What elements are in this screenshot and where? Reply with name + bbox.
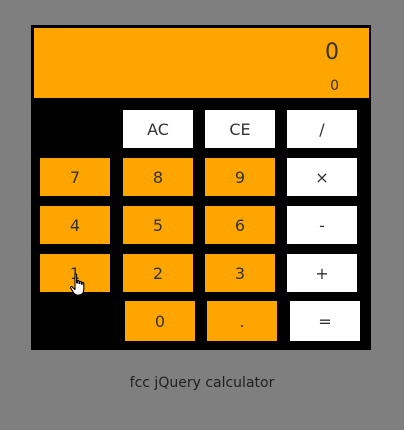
digit-8-button[interactable]: 8 <box>123 158 193 196</box>
digit-1-button[interactable]: 1 <box>40 254 110 292</box>
page-caption: fcc jQuery calculator <box>129 375 275 391</box>
subtract-button[interactable]: - <box>287 206 357 244</box>
add-button[interactable]: + <box>287 254 357 292</box>
multiply-button[interactable]: × <box>287 158 357 196</box>
digit-6-button[interactable]: 6 <box>205 206 275 244</box>
digit-3-button[interactable]: 3 <box>205 254 275 292</box>
digit-2-button[interactable]: 2 <box>123 254 193 292</box>
calculator: 0 0 AC CE / 7 8 9 × 4 5 6 - 1 2 3 + 0 . … <box>31 25 371 350</box>
display-main-value: 0 <box>325 40 339 65</box>
digit-5-button[interactable]: 5 <box>123 206 193 244</box>
divide-button[interactable]: / <box>287 110 357 148</box>
decimal-button[interactable]: . <box>207 301 277 341</box>
digit-4-button[interactable]: 4 <box>40 206 110 244</box>
equals-button[interactable]: = <box>290 301 360 341</box>
display-sub-value: 0 <box>330 78 339 94</box>
digit-9-button[interactable]: 9 <box>205 158 275 196</box>
digit-7-button[interactable]: 7 <box>40 158 110 196</box>
all-clear-button[interactable]: AC <box>123 110 193 148</box>
clear-entry-button[interactable]: CE <box>205 110 275 148</box>
digit-0-button[interactable]: 0 <box>125 301 195 341</box>
display-screen: 0 0 <box>34 28 369 98</box>
